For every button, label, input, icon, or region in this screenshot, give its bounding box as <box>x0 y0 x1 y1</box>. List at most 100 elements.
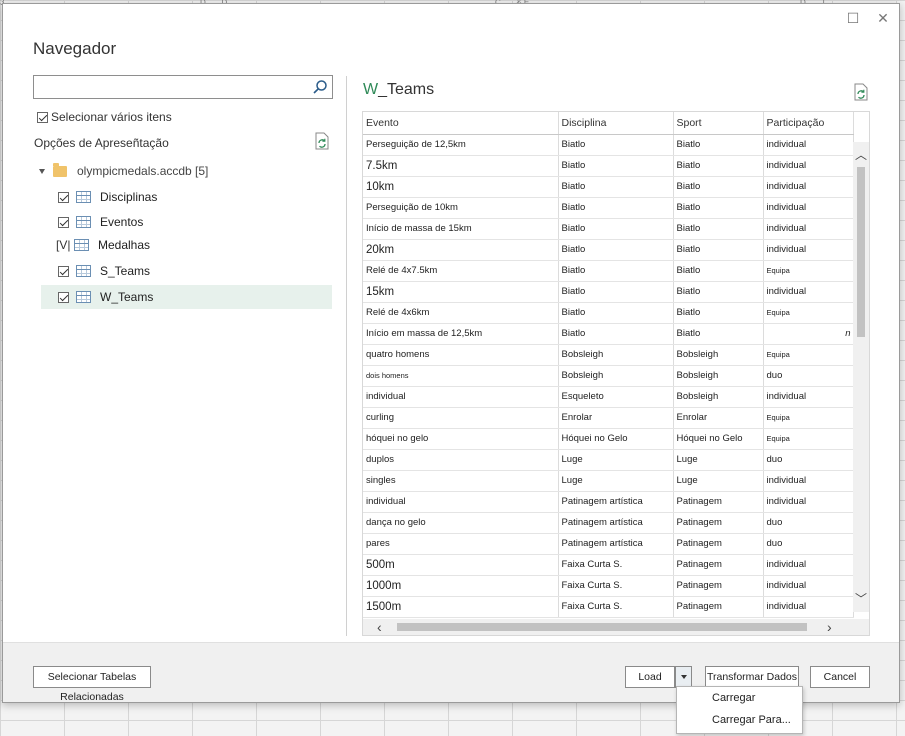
table-cell: Patinagem artística <box>558 533 674 555</box>
dialog-title: Navegador <box>33 39 117 58</box>
preview-title-first: W <box>363 81 379 98</box>
table-cell: 20km <box>363 239 559 261</box>
table-cell: Biatlo <box>673 302 764 324</box>
tree-item-s-teams[interactable]: S_Teams <box>41 259 332 283</box>
table-cell: Bobsleigh <box>673 365 764 387</box>
table-cell: Patinagem <box>673 533 764 555</box>
collapse-arrow-icon[interactable] <box>39 168 45 174</box>
preview-refresh-icon[interactable] <box>853 83 869 101</box>
transform-data-button[interactable]: Transformar Dados <box>705 666 799 688</box>
maximize-button[interactable]: ☐ <box>846 11 860 25</box>
table-cell: individual <box>763 197 854 219</box>
table-cell: Patinagem artística <box>558 512 674 534</box>
table-row: 10km Biatlo Biatlo individual <box>363 176 854 198</box>
table-cell: Biatlo <box>558 218 674 240</box>
table-cell: individual <box>363 491 559 513</box>
tree-item-label: Medalhas <box>98 238 151 252</box>
table-cell: Biatlo <box>558 302 674 324</box>
search-icon[interactable] <box>312 79 328 95</box>
table-cell: Patinagem <box>673 491 764 513</box>
table-row: Perseguição de 12,5km Biatlo Biatlo individ… <box>363 134 854 156</box>
item-checkbox-marker[interactable]: [V| <box>56 238 70 252</box>
column-header[interactable]: Evento <box>363 112 559 135</box>
table-cell: Biatlo <box>673 134 764 156</box>
item-checkbox[interactable] <box>58 291 69 303</box>
table-row: duplos Luge Luge duo <box>363 449 854 471</box>
select-multiple-checkbox[interactable] <box>37 112 48 124</box>
table-cell: Faixa Curta S. <box>558 554 674 576</box>
column-header[interactable]: Participação <box>763 112 854 135</box>
table-cell: individual <box>763 239 854 261</box>
table-cell: n <box>763 323 854 345</box>
table-cell: duo <box>763 365 854 387</box>
select-related-tables-button[interactable]: Selecionar Tabelas Relacionadas <box>33 666 151 703</box>
item-checkbox[interactable] <box>58 191 69 203</box>
vertical-scrollbar[interactable]: ︿ ﹀ <box>853 142 869 612</box>
table-icon <box>76 291 91 303</box>
table-cell: individual <box>763 134 854 156</box>
table-icon <box>76 265 91 277</box>
table-row: Relé de 4x6km Biatlo Biatlo Equipa <box>363 302 854 324</box>
table-cell: Equipa <box>763 260 854 282</box>
table-cell: individual <box>763 176 854 198</box>
preview-grid[interactable]: Evento Disciplina Sport Participação Per… <box>362 111 870 636</box>
tree-item-label: Eventos <box>100 215 144 229</box>
table-cell: duo <box>763 533 854 555</box>
menu-item-load-to[interactable]: Carregar Para... <box>677 709 802 731</box>
tree-root-database[interactable]: olympicmedals.accdb [5] <box>39 162 208 178</box>
scroll-down-icon[interactable]: ﹀ <box>855 590 867 607</box>
table-row: dois homens Bobsleigh Bobsleigh duo <box>363 365 854 387</box>
select-multiple-option[interactable]: Selecionar vários itens <box>34 110 172 124</box>
close-button[interactable]: ✕ <box>876 11 890 25</box>
refresh-icon[interactable] <box>314 132 330 150</box>
table-cell: Biatlo <box>558 155 674 177</box>
table-cell: Enrolar <box>558 407 674 429</box>
tree-item-label: Disciplinas <box>100 190 158 204</box>
load-dropdown-chevron-icon[interactable] <box>675 666 692 688</box>
table-row: Perseguição de 10km Biatlo Biatlo individua… <box>363 197 854 219</box>
preview-table: Evento Disciplina Sport Participação Per… <box>363 112 854 618</box>
load-button[interactable]: Load <box>625 666 675 688</box>
table-row: Início em massa de 12,5km Biatlo Biatlo n <box>363 323 854 345</box>
table-cell: Patinagem <box>673 512 764 534</box>
search-input[interactable] <box>33 75 333 99</box>
horizontal-scrollbar[interactable]: ‹ › <box>363 619 869 635</box>
column-header[interactable]: Disciplina <box>558 112 674 135</box>
table-cell: 500m <box>363 554 559 576</box>
column-header[interactable]: Sport <box>673 112 764 135</box>
tree-item-disciplinas[interactable]: Disciplinas <box>41 185 332 209</box>
table-cell: Relé de 4x7.5km <box>363 260 559 282</box>
table-cell: Biatlo <box>558 323 674 345</box>
cancel-button[interactable]: Cancel <box>810 666 870 688</box>
preview-title-rest: _Teams <box>378 81 435 98</box>
table-cell: individual <box>763 218 854 240</box>
item-checkbox[interactable] <box>58 265 69 277</box>
table-row: individual Esqueleto Bobsleigh individual <box>363 386 854 408</box>
table-cell: singles <box>363 470 559 492</box>
table-cell: individual <box>763 155 854 177</box>
table-cell: duo <box>763 449 854 471</box>
table-cell: Faixa Curta S. <box>558 596 674 618</box>
item-checkbox[interactable] <box>58 216 69 228</box>
scroll-right-icon[interactable]: › <box>827 619 832 635</box>
table-cell: Perseguição de 10km <box>363 197 559 219</box>
table-cell: Biatlo <box>673 281 764 303</box>
table-cell: Luge <box>558 449 674 471</box>
display-options-dropdown[interactable]: Opções de Apreseñtação <box>34 136 169 150</box>
table-cell: Biatlo <box>673 197 764 219</box>
table-cell: Biatlo <box>558 134 674 156</box>
tree-item-eventos[interactable]: Eventos <box>41 210 332 234</box>
scroll-up-icon[interactable]: ︿ <box>855 146 867 163</box>
load-dropdown-menu: Carregar Carregar Para... <box>676 686 803 734</box>
menu-item-load[interactable]: Carregar <box>677 687 802 709</box>
tree-item-w-teams[interactable]: W_Teams <box>41 285 332 309</box>
table-row: quatro homens Bobsleigh Bobsleigh Equipa <box>363 344 854 366</box>
table-cell: 15km <box>363 281 559 303</box>
tree-item-medalhas[interactable]: [V| Medalhas <box>41 233 332 257</box>
horizontal-scroll-thumb[interactable] <box>397 623 807 631</box>
vertical-scroll-thumb[interactable] <box>857 167 865 337</box>
table-row: individual Patinagem artística Patinagem in… <box>363 491 854 513</box>
pane-divider[interactable] <box>346 76 347 636</box>
scroll-left-icon[interactable]: ‹ <box>377 619 382 635</box>
table-cell: 1500m <box>363 596 559 618</box>
